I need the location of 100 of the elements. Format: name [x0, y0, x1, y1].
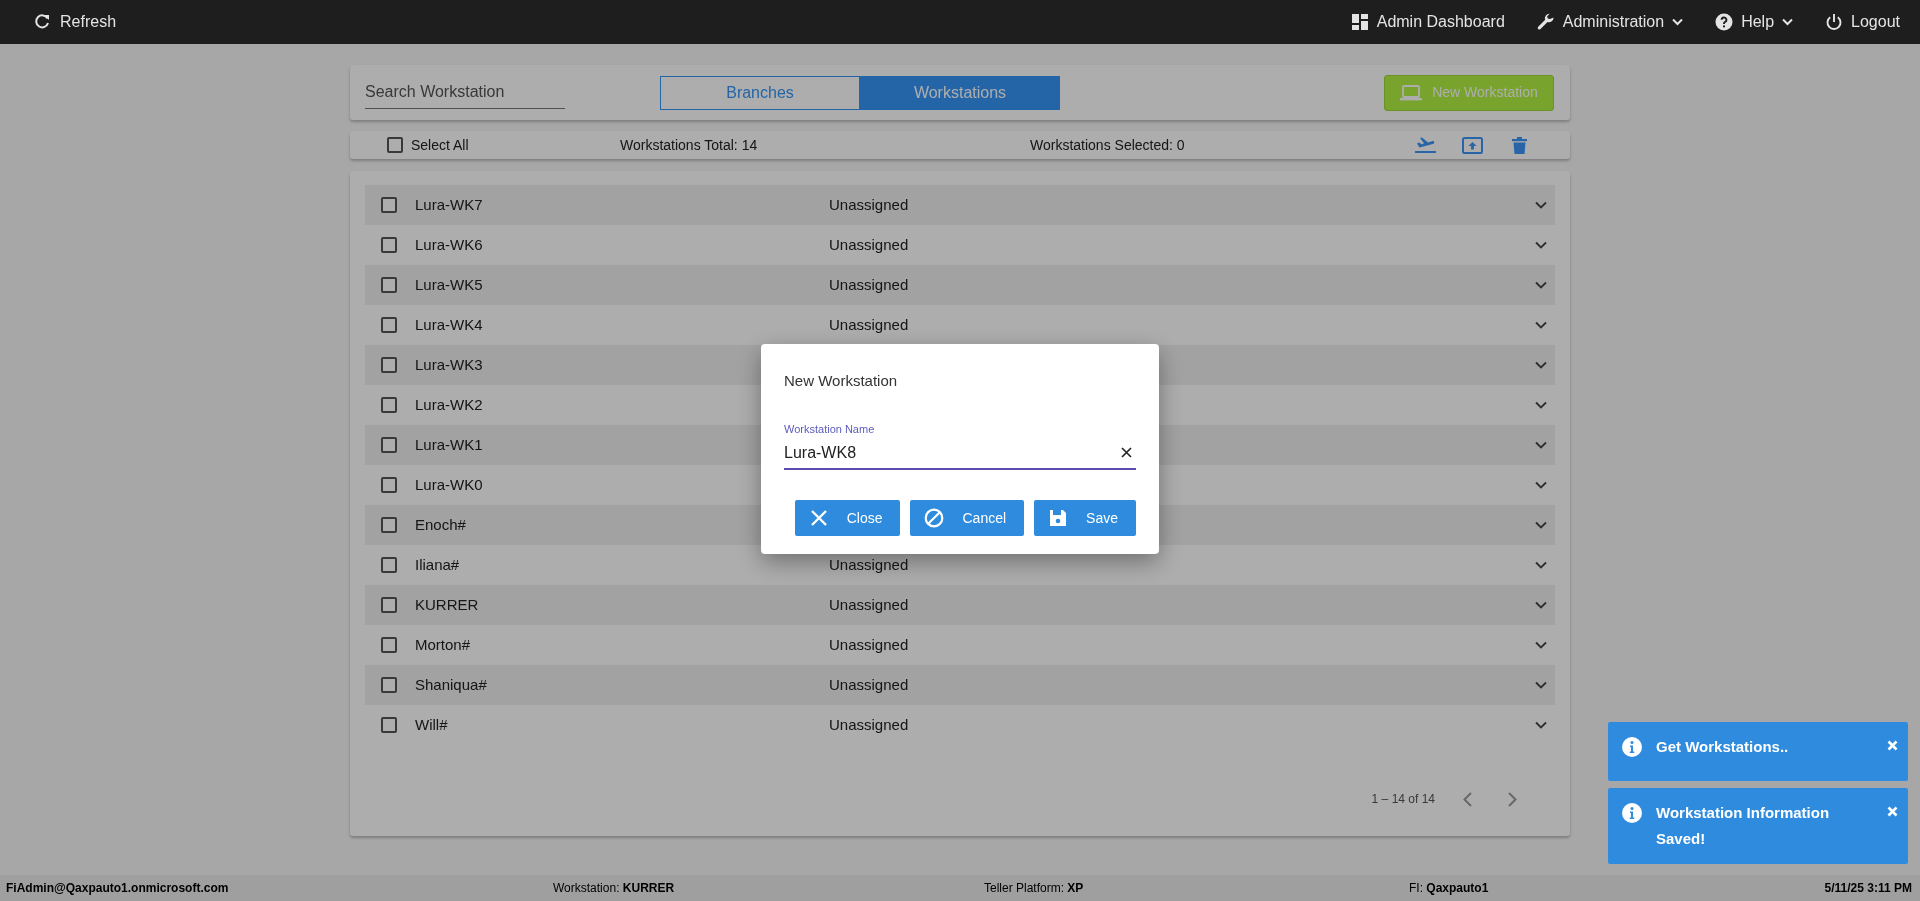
workstation-name: Lura-WK7: [415, 195, 483, 213]
chevron-down-icon: [1535, 241, 1547, 249]
checkbox[interactable]: [381, 357, 397, 373]
checkbox[interactable]: [381, 477, 397, 493]
chevron-down-icon: [1535, 721, 1547, 729]
expand-button[interactable]: [1535, 681, 1547, 689]
input-field[interactable]: Lura-WK8: [784, 441, 1136, 470]
checkbox[interactable]: [381, 557, 397, 573]
expand-button[interactable]: [1535, 561, 1547, 569]
close-button[interactable]: Close: [794, 500, 901, 536]
checkbox[interactable]: [381, 597, 397, 613]
close-button[interactable]: [1887, 806, 1898, 817]
total-count: Workstations Total: 14: [620, 135, 759, 155]
clear-button[interactable]: [1119, 447, 1134, 458]
workstation-name: Enoch#: [415, 515, 466, 533]
checkbox[interactable]: [381, 397, 397, 413]
chevron-down-icon: [1535, 401, 1547, 409]
workstation-name: Lura-WK5: [415, 275, 483, 293]
chevron-down-icon: [1535, 521, 1547, 529]
landing-plane-icon: [1415, 135, 1436, 155]
expand-button[interactable]: [1535, 201, 1547, 209]
menu-item[interactable]: Help: [1715, 10, 1794, 34]
chevron-down-icon: [1535, 281, 1547, 289]
chevron-down-icon: [1535, 361, 1547, 369]
dialog-title: New Workstation: [784, 371, 899, 391]
expand-button[interactable]: [1535, 601, 1547, 609]
expand-button[interactable]: [1535, 441, 1547, 449]
laptop-icon: [1400, 84, 1423, 101]
delete-button[interactable]: [1509, 135, 1530, 155]
checkbox[interactable]: [381, 677, 397, 693]
notification-text: Get Workstations..: [1656, 737, 1790, 757]
workstation-name: Iliana#: [415, 555, 460, 573]
menu-item[interactable]: Administration: [1536, 10, 1684, 34]
workstation-info: Workstation: KURRER: [553, 880, 676, 897]
select-all-label[interactable]: Select All: [411, 134, 469, 156]
menu-item[interactable]: Logout: [1825, 10, 1900, 34]
save-button[interactable]: Save: [1034, 500, 1136, 536]
chevron-down-icon: [1535, 321, 1547, 329]
notification-text: Workstation Information Saved!: [1656, 803, 1831, 849]
checkbox[interactable]: [381, 437, 397, 453]
workstation-name: Lura-WK0: [415, 475, 483, 493]
status-text: Unassigned: [829, 234, 910, 255]
checkbox[interactable]: [381, 277, 397, 293]
checkbox[interactable]: [381, 197, 397, 213]
page-range: 1 – 14 of 14: [1371, 791, 1435, 808]
workstation-name: Will#: [415, 715, 448, 733]
cancel-button[interactable]: Cancel: [910, 500, 1025, 536]
status-text: Unassigned: [829, 714, 910, 735]
status-text: Unassigned: [829, 274, 910, 295]
close-button[interactable]: [1887, 740, 1898, 751]
workstation-name: Lura-WK1: [415, 435, 483, 453]
refresh-button[interactable]: Refresh: [34, 10, 117, 34]
chevron-left-icon: [1463, 791, 1472, 807]
chevron-down-icon: [1535, 201, 1547, 209]
workstation-name: Lura-WK6: [415, 235, 483, 253]
chevron-down-icon: [1535, 641, 1547, 649]
date-time: 5/11/25 3:11 PM: [1824, 880, 1912, 897]
checkbox[interactable]: [381, 637, 397, 653]
expand-button[interactable]: [1535, 401, 1547, 409]
expand-button[interactable]: [1535, 281, 1547, 289]
upload-button[interactable]: [1462, 135, 1483, 155]
expand-button[interactable]: [1535, 641, 1547, 649]
help-icon: [1715, 13, 1734, 31]
search-field[interactable]: Search Workstation: [365, 76, 565, 109]
workstation-name: Shaniqua#: [415, 675, 487, 693]
checkbox[interactable]: [387, 137, 403, 153]
landing-button[interactable]: [1415, 135, 1436, 155]
expand-button[interactable]: [1535, 521, 1547, 529]
ban-icon: [924, 508, 945, 528]
menu-item[interactable]: Admin Dashboard: [1350, 10, 1505, 34]
floppy-icon: [1048, 508, 1069, 528]
chevron-down-icon: [1535, 441, 1547, 449]
expand-button[interactable]: [1535, 721, 1547, 729]
expand-button[interactable]: [1535, 241, 1547, 249]
expand-button[interactable]: [1535, 481, 1547, 489]
chevron-down-icon: [1535, 561, 1547, 569]
status-text: Unassigned: [829, 314, 910, 335]
status-text: Unassigned: [829, 674, 910, 695]
info-icon: [1622, 803, 1642, 823]
checkbox[interactable]: [381, 317, 397, 333]
chevron-right-icon: [1508, 791, 1517, 807]
status-text: Unassigned: [829, 634, 910, 655]
platform-info: Teller Platform: XP: [984, 880, 1085, 897]
wrench-icon: [1536, 13, 1555, 31]
status-text: Unassigned: [829, 554, 910, 575]
workstation-name: Lura-WK4: [415, 315, 483, 333]
workstation-name: Lura-WK3: [415, 355, 483, 373]
dashboard-icon: [1350, 13, 1369, 31]
expand-button[interactable]: [1535, 321, 1547, 329]
expand-button[interactable]: [1535, 361, 1547, 369]
checkbox[interactable]: [381, 517, 397, 533]
checkbox[interactable]: [381, 237, 397, 253]
checkbox[interactable]: [381, 717, 397, 733]
refresh-icon: [34, 13, 52, 31]
field-label: Workstation Name: [784, 421, 876, 437]
info-icon: [1622, 737, 1642, 757]
trash-icon: [1509, 135, 1530, 155]
close-icon: [808, 508, 829, 528]
status-text: Unassigned: [829, 594, 910, 615]
upload-icon: [1462, 135, 1483, 155]
